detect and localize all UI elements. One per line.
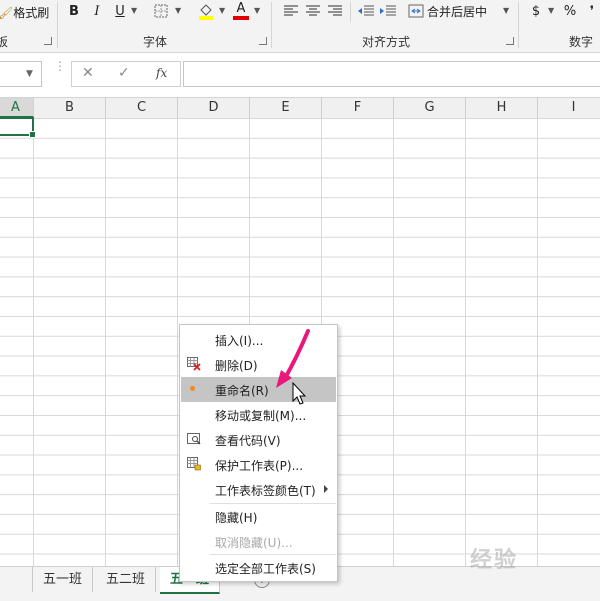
annotation-overlay: [276, 329, 310, 405]
mouse-cursor-icon: [292, 381, 307, 405]
pink-arrow-icon: [276, 329, 310, 388]
